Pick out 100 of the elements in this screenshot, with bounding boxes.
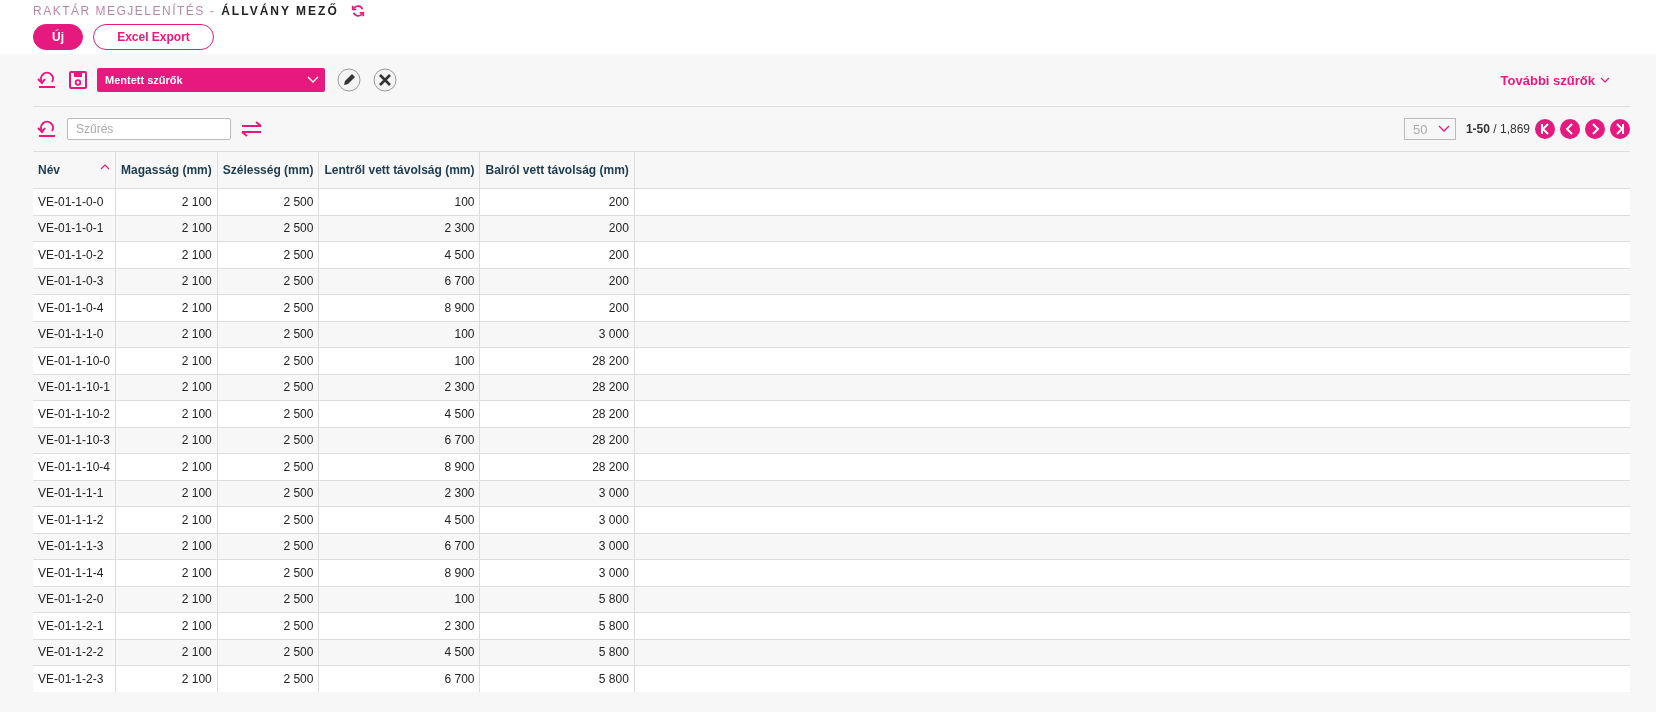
table-cell: 100 — [318, 188, 480, 215]
table-cell: 6 700 — [318, 533, 480, 560]
more-filters-button[interactable]: További szűrők — [1500, 72, 1610, 88]
table-cell: VE-01-1-0-3 — [33, 268, 116, 295]
table-cell: 2 100 — [115, 559, 218, 586]
table-cell: VE-01-1-2-1 — [33, 612, 116, 639]
chevron-down-icon — [1600, 76, 1610, 84]
table-cell: 3 000 — [480, 506, 635, 533]
export-button[interactable]: Excel Export — [93, 24, 214, 50]
table-cell: 6 700 — [318, 268, 480, 295]
table-cell: 2 100 — [115, 586, 218, 613]
table-cell: VE-01-1-2-3 — [33, 665, 116, 692]
table-cell: 200 — [480, 268, 635, 295]
table-cell: 28 200 — [480, 374, 635, 401]
table-cell: 2 300 — [318, 215, 480, 242]
table-cell: 28 200 — [480, 427, 635, 454]
table-cell: VE-01-1-10-4 — [33, 453, 116, 480]
save-icon[interactable] — [69, 71, 87, 89]
table-cell: 5 800 — [480, 612, 635, 639]
table-cell: VE-01-1-1-2 — [33, 506, 116, 533]
table-cell: VE-01-1-10-0 — [33, 347, 116, 374]
table-cell: 2 100 — [115, 639, 218, 666]
table-cell: VE-01-1-10-2 — [33, 400, 116, 427]
table-cell: 2 100 — [115, 400, 218, 427]
table-cell: 2 500 — [217, 241, 319, 268]
table-cell: 200 — [480, 241, 635, 268]
table-cell: 2 100 — [115, 612, 218, 639]
table-cell: 2 500 — [217, 480, 319, 507]
reset-icon[interactable] — [37, 120, 57, 138]
table-cell: 2 500 — [217, 215, 319, 242]
table-cell: 200 — [480, 215, 635, 242]
table-cell: 6 700 — [318, 665, 480, 692]
table-cell: 2 500 — [217, 533, 319, 560]
previous-page-icon[interactable] — [1560, 119, 1580, 139]
page-title: ÁLLVÁNY MEZŐ — [221, 4, 339, 18]
table-cell: 100 — [318, 586, 480, 613]
table-cell: 3 000 — [480, 533, 635, 560]
table-cell: 4 500 — [318, 241, 480, 268]
table-cell: 28 200 — [480, 453, 635, 480]
new-button[interactable]: Új — [33, 24, 83, 50]
table-cell: 5 800 — [480, 639, 635, 666]
table-cell: 2 500 — [217, 294, 319, 321]
table-cell: 2 500 — [217, 268, 319, 295]
table-cell: 100 — [318, 321, 480, 348]
refresh-icon[interactable] — [350, 4, 365, 18]
table-cell: 2 500 — [217, 188, 319, 215]
page-range: 1-50 / 1,869 — [1465, 122, 1530, 136]
table-cell: 2 100 — [115, 453, 218, 480]
table-cell: 2 500 — [217, 347, 319, 374]
table-cell: 2 500 — [217, 453, 319, 480]
table-cell: VE-01-1-0-2 — [33, 241, 116, 268]
chevron-down-icon — [307, 76, 319, 84]
table-cell: VE-01-1-0-0 — [33, 188, 116, 215]
table-cell: 5 800 — [480, 665, 635, 692]
saved-filters-dropdown[interactable]: Mentett szűrők — [97, 68, 325, 92]
swap-icon[interactable] — [241, 121, 263, 137]
table-cell: 2 100 — [115, 665, 218, 692]
table-cell: 3 000 — [480, 559, 635, 586]
table-cell: VE-01-1-2-0 — [33, 586, 116, 613]
table-cell: VE-01-1-1-1 — [33, 480, 116, 507]
table-cell: VE-01-1-10-3 — [33, 427, 116, 454]
table-cell: 2 100 — [115, 268, 218, 295]
table-cell: 100 — [318, 347, 480, 374]
table-cell: 2 500 — [217, 586, 319, 613]
table-cell: 4 500 — [318, 506, 480, 533]
breadcrumb-parent[interactable]: RAKTÁR MEGJELENÍTÉS - — [33, 4, 216, 18]
table-cell: 5 800 — [480, 586, 635, 613]
close-icon[interactable] — [373, 68, 397, 92]
table-cell: VE-01-1-0-4 — [33, 294, 116, 321]
reset-icon[interactable] — [37, 71, 57, 89]
table-cell: 2 500 — [217, 506, 319, 533]
table-cell: 2 100 — [115, 215, 218, 242]
table-cell: 2 300 — [318, 480, 480, 507]
table-cell: 2 500 — [217, 427, 319, 454]
table-cell: VE-01-1-10-1 — [33, 374, 116, 401]
table-cell: 2 100 — [115, 506, 218, 533]
table-cell: 2 300 — [318, 374, 480, 401]
table-cell: VE-01-1-2-2 — [33, 639, 116, 666]
next-page-icon[interactable] — [1585, 119, 1605, 139]
edit-icon[interactable] — [337, 68, 361, 92]
table-cell: 2 500 — [217, 612, 319, 639]
table-cell: 4 500 — [318, 400, 480, 427]
table-cell: 2 500 — [217, 374, 319, 401]
table-cell: 200 — [480, 188, 635, 215]
table-cell: 3 000 — [480, 480, 635, 507]
filter-field[interactable]: Szűrés — [67, 118, 231, 140]
table-cell: 2 100 — [115, 294, 218, 321]
table-cell: 6 700 — [318, 427, 480, 454]
table-cell: 2 500 — [217, 665, 319, 692]
table-cell: 2 100 — [115, 321, 218, 348]
table-cell: 4 500 — [318, 639, 480, 666]
table-cell: 2 100 — [115, 374, 218, 401]
table-cell: 2 500 — [217, 639, 319, 666]
table-cell: 3 000 — [480, 321, 635, 348]
table-cell: 8 900 — [318, 559, 480, 586]
table-cell: 2 100 — [115, 241, 218, 268]
table-cell: 2 100 — [115, 347, 218, 374]
last-page-icon[interactable] — [1610, 119, 1630, 139]
first-page-icon[interactable] — [1535, 119, 1555, 139]
table-cell: 2 500 — [217, 400, 319, 427]
